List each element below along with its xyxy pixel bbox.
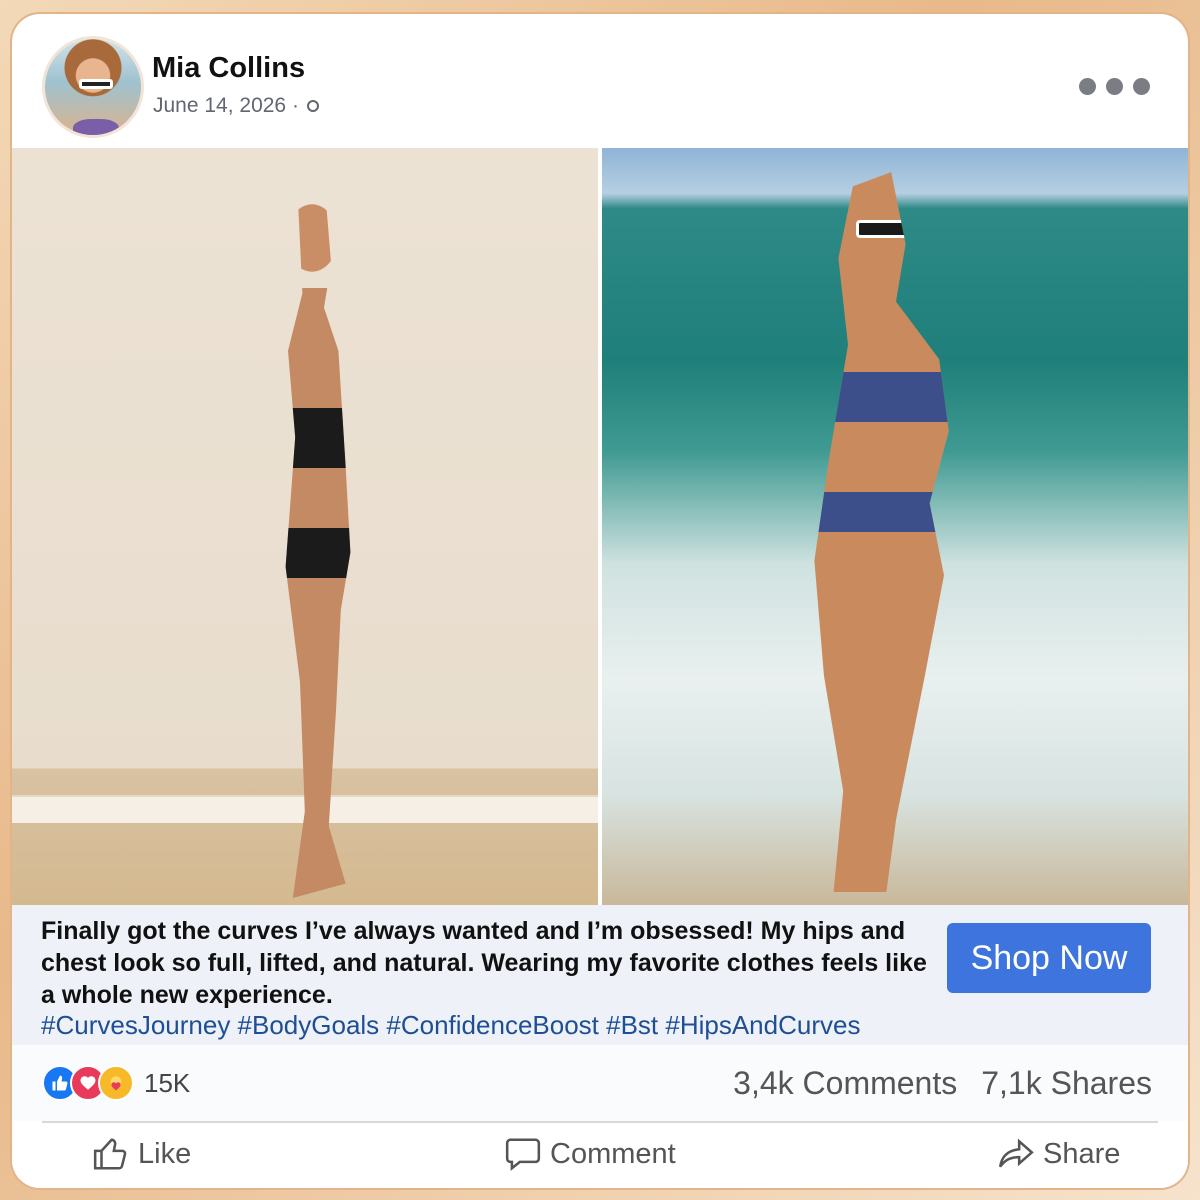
bikini-bottom xyxy=(285,528,351,578)
comment-button[interactable]: Comment xyxy=(504,1135,676,1173)
post-stats: 15K 3,4k Comments 7,1k Shares xyxy=(12,1045,1188,1121)
more-dot-icon xyxy=(1106,78,1123,95)
bikini-top xyxy=(822,372,949,422)
person-figure-after xyxy=(814,172,949,892)
avatar-outfit xyxy=(73,119,119,135)
shares-count[interactable]: 7,1k Shares xyxy=(981,1065,1152,1102)
comments-count[interactable]: 3,4k Comments xyxy=(733,1065,957,1102)
avatar[interactable] xyxy=(42,36,144,138)
bikini-top xyxy=(285,408,351,468)
shop-now-button[interactable]: Shop Now xyxy=(947,923,1151,993)
after-photo[interactable] xyxy=(602,148,1188,905)
post-header: Mia Collins June 14, 2026 · xyxy=(12,14,1188,148)
post-date-text: June 14, 2026 · xyxy=(153,94,299,117)
share-label: Share xyxy=(1043,1137,1121,1170)
author-name[interactable]: Mia Collins xyxy=(152,52,305,85)
more-options-button[interactable] xyxy=(1079,78,1150,95)
reaction-count: 15K xyxy=(144,1067,191,1098)
caption-area: Finally got the curves I’ve always wante… xyxy=(12,905,1188,1045)
post-actions: Like Comment Share xyxy=(12,1123,1188,1188)
post-photos xyxy=(12,148,1188,905)
share-icon xyxy=(998,1138,1034,1168)
thumbs-up-icon xyxy=(93,1138,127,1170)
reactions-summary[interactable]: 15K xyxy=(42,1065,190,1101)
engagement-counts: 3,4k Comments 7,1k Shares xyxy=(733,1065,1152,1102)
post-caption: Finally got the curves I’ve always wante… xyxy=(41,917,927,1009)
sunglasses xyxy=(856,220,912,238)
hashtags[interactable]: #CurvesJourney #BodyGoals #ConfidenceBoo… xyxy=(41,1010,860,1041)
more-dot-icon xyxy=(1079,78,1096,95)
more-dot-icon xyxy=(1133,78,1150,95)
bikini-bottom xyxy=(814,492,949,532)
globe-icon xyxy=(306,100,319,113)
comment-icon xyxy=(505,1138,541,1171)
before-photo[interactable] xyxy=(12,148,598,905)
like-button[interactable]: Like xyxy=(92,1135,191,1173)
care-icon xyxy=(98,1065,134,1101)
like-label: Like xyxy=(138,1137,192,1170)
avatar-sunglasses xyxy=(79,79,113,89)
post-card: Mia Collins June 14, 2026 · Finally got … xyxy=(12,14,1188,1188)
person-figure-before xyxy=(285,178,351,898)
post-date[interactable]: June 14, 2026 · xyxy=(153,94,319,118)
comment-label: Comment xyxy=(550,1137,676,1170)
share-button[interactable]: Share xyxy=(997,1135,1120,1173)
